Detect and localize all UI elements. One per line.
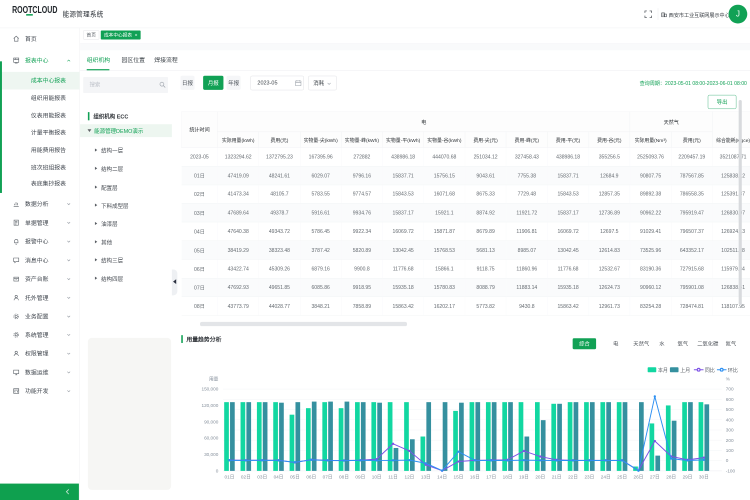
svg-text:22日: 22日 bbox=[568, 475, 578, 481]
svg-text:17日: 17日 bbox=[486, 475, 496, 481]
svg-text:06日: 06日 bbox=[306, 475, 316, 481]
svg-text:30日: 30日 bbox=[699, 475, 709, 481]
svg-text:19日: 19日 bbox=[519, 475, 529, 481]
svg-text:02日: 02日 bbox=[241, 475, 251, 481]
svg-text:18日: 18日 bbox=[503, 475, 513, 481]
svg-text:09日: 09日 bbox=[355, 475, 365, 481]
svg-text:04日: 04日 bbox=[274, 475, 284, 481]
svg-text:0: 0 bbox=[216, 468, 219, 473]
svg-text:90,000: 90,000 bbox=[204, 419, 219, 424]
svg-text:0: 0 bbox=[726, 458, 729, 463]
svg-text:200: 200 bbox=[726, 438, 734, 443]
svg-text:11日: 11日 bbox=[388, 475, 398, 481]
svg-text:28日: 28日 bbox=[666, 475, 676, 481]
svg-text:%: % bbox=[726, 376, 730, 381]
svg-text:25日: 25日 bbox=[617, 475, 627, 481]
svg-text:14日: 14日 bbox=[437, 475, 447, 481]
svg-text:05日: 05日 bbox=[290, 475, 300, 481]
svg-text:16日: 16日 bbox=[470, 475, 480, 481]
svg-text:30,000: 30,000 bbox=[204, 452, 219, 457]
svg-text:24日: 24日 bbox=[601, 475, 611, 481]
svg-text:21日: 21日 bbox=[552, 475, 562, 481]
svg-text:用量: 用量 bbox=[209, 375, 219, 382]
svg-text:700: 700 bbox=[726, 387, 734, 392]
svg-text:07日: 07日 bbox=[323, 475, 333, 481]
svg-text:400: 400 bbox=[726, 417, 734, 422]
svg-text:300: 300 bbox=[726, 428, 734, 433]
svg-text:08日: 08日 bbox=[339, 475, 349, 481]
svg-text:29日: 29日 bbox=[683, 475, 693, 481]
svg-text:150,000: 150,000 bbox=[201, 387, 218, 392]
svg-text:600: 600 bbox=[726, 397, 734, 402]
svg-text:23日: 23日 bbox=[584, 475, 594, 481]
svg-text:-100: -100 bbox=[726, 468, 736, 473]
svg-text:120,000: 120,000 bbox=[201, 403, 218, 408]
svg-text:03日: 03日 bbox=[257, 475, 267, 481]
svg-text:10日: 10日 bbox=[372, 475, 382, 481]
svg-text:12日: 12日 bbox=[404, 475, 414, 481]
svg-text:13日: 13日 bbox=[421, 475, 431, 481]
svg-text:27日: 27日 bbox=[650, 475, 660, 481]
svg-text:26日: 26日 bbox=[634, 475, 644, 481]
svg-text:500: 500 bbox=[726, 407, 734, 412]
svg-text:20日: 20日 bbox=[535, 475, 545, 481]
svg-text:15日: 15日 bbox=[454, 475, 464, 481]
svg-text:01日: 01日 bbox=[225, 475, 235, 481]
svg-text:100: 100 bbox=[726, 448, 734, 453]
svg-text:60,000: 60,000 bbox=[204, 436, 219, 441]
